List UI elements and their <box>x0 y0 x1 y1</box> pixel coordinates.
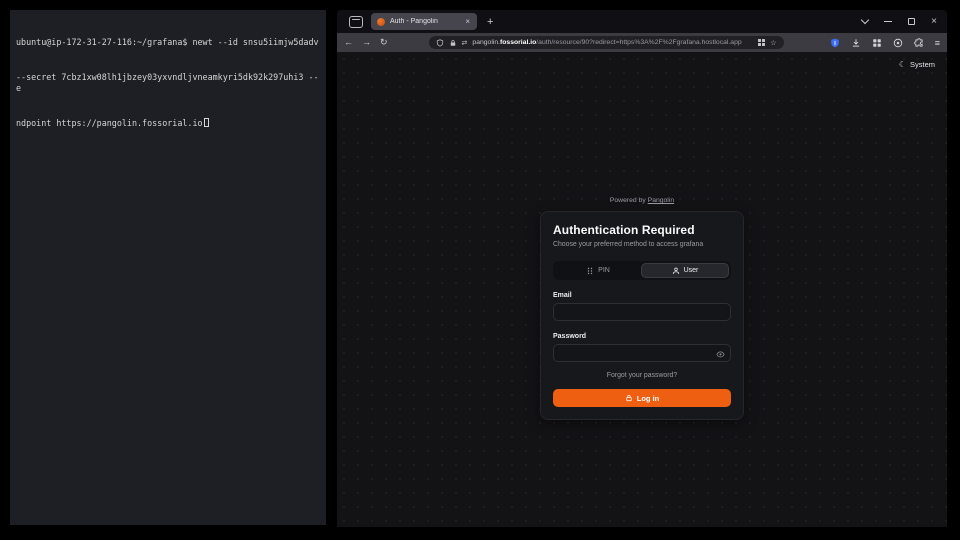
password-label: Password <box>553 333 731 340</box>
auth-method-toggle: PIN User <box>553 261 731 280</box>
email-label: Email <box>553 292 731 299</box>
tab-close-icon[interactable]: × <box>464 17 471 26</box>
tab-user[interactable]: User <box>641 263 729 278</box>
desktop: ubuntu@ip-172-31-27-116:~/grafana$ newt … <box>0 0 960 540</box>
apps-grid-icon[interactable] <box>872 38 882 48</box>
back-button[interactable]: ← <box>344 38 353 47</box>
auth-section: Powered by Pangolin Authentication Requi… <box>540 197 744 420</box>
maximize-button[interactable] <box>908 18 915 25</box>
window-close-button[interactable]: × <box>931 18 937 25</box>
password-manager-extension-icon[interactable] <box>830 38 840 48</box>
permissions-swap-icon[interactable]: ⇄ <box>462 39 468 47</box>
pangolin-link[interactable]: Pangolin <box>648 197 674 204</box>
reload-button[interactable]: ↻ <box>380 38 388 47</box>
browser-toolbar: ← → ↻ ⇄ pangolin.fossorial.io/auth/resou… <box>337 33 947 52</box>
downloads-icon[interactable] <box>851 38 861 48</box>
email-field[interactable] <box>553 303 731 321</box>
powered-by: Powered by Pangolin <box>610 197 674 204</box>
theme-label: System <box>910 60 935 69</box>
firefox-view-icon[interactable] <box>349 16 363 28</box>
terminal-cursor <box>204 118 209 127</box>
password-field[interactable] <box>553 344 731 362</box>
login-button[interactable]: Log in <box>553 389 731 407</box>
pangolin-favicon-icon <box>377 18 385 26</box>
tab-strip: Auth - Pangolin × + × <box>337 10 947 33</box>
user-icon <box>672 267 680 275</box>
account-circle-icon[interactable] <box>893 38 903 48</box>
moon-icon: ☾ <box>899 60 906 69</box>
url-bar[interactable]: ⇄ pangolin.fossorial.io/auth/resource/90… <box>429 36 784 49</box>
tab-pin[interactable]: PIN <box>555 263 641 278</box>
terminal-line: --secret 7cbz1xw08lh1jbzey03yxvndljvneam… <box>16 72 320 95</box>
container-grid-icon[interactable] <box>758 39 765 46</box>
card-title: Authentication Required <box>553 223 731 237</box>
terminal-window[interactable]: ubuntu@ip-172-31-27-116:~/grafana$ newt … <box>10 10 326 525</box>
list-tabs-chevron-icon[interactable] <box>861 16 869 24</box>
toolbar-extension-icons: ≡ <box>830 38 940 48</box>
minimize-button[interactable] <box>884 21 892 22</box>
bookmark-star-icon[interactable]: ☆ <box>770 39 776 47</box>
tab-title: Auth - Pangolin <box>390 18 459 25</box>
tracking-protection-shield-icon[interactable] <box>436 39 444 47</box>
dialpad-icon <box>586 267 594 275</box>
terminal-line: ubuntu@ip-172-31-27-116:~/grafana$ newt … <box>16 37 320 49</box>
forgot-password-link[interactable]: Forgot your password? <box>553 372 731 379</box>
url-text[interactable]: pangolin.fossorial.io/auth/resource/90?r… <box>472 39 752 46</box>
hamburger-menu-icon[interactable]: ≡ <box>935 38 940 48</box>
page-content: ☾ System Powered by Pangolin Authenticat… <box>337 52 947 527</box>
browser-tab-auth-pangolin[interactable]: Auth - Pangolin × <box>371 13 477 30</box>
theme-toggle-button[interactable]: ☾ System <box>899 60 935 69</box>
new-tab-button[interactable]: + <box>487 16 493 28</box>
login-lock-icon <box>625 394 633 402</box>
window-controls: × <box>862 18 937 25</box>
auth-card: Authentication Required Choose your pref… <box>540 211 744 420</box>
extensions-puzzle-icon[interactable] <box>914 38 924 48</box>
terminal-line: ndpoint https://pangolin.fossorial.io <box>16 118 320 130</box>
forward-button[interactable]: → <box>362 38 371 47</box>
https-lock-icon[interactable] <box>449 39 457 47</box>
card-subtitle: Choose your preferred method to access g… <box>553 241 731 248</box>
browser-window: Auth - Pangolin × + × ← → ↻ <box>337 10 947 527</box>
show-password-eye-icon[interactable] <box>716 350 725 359</box>
